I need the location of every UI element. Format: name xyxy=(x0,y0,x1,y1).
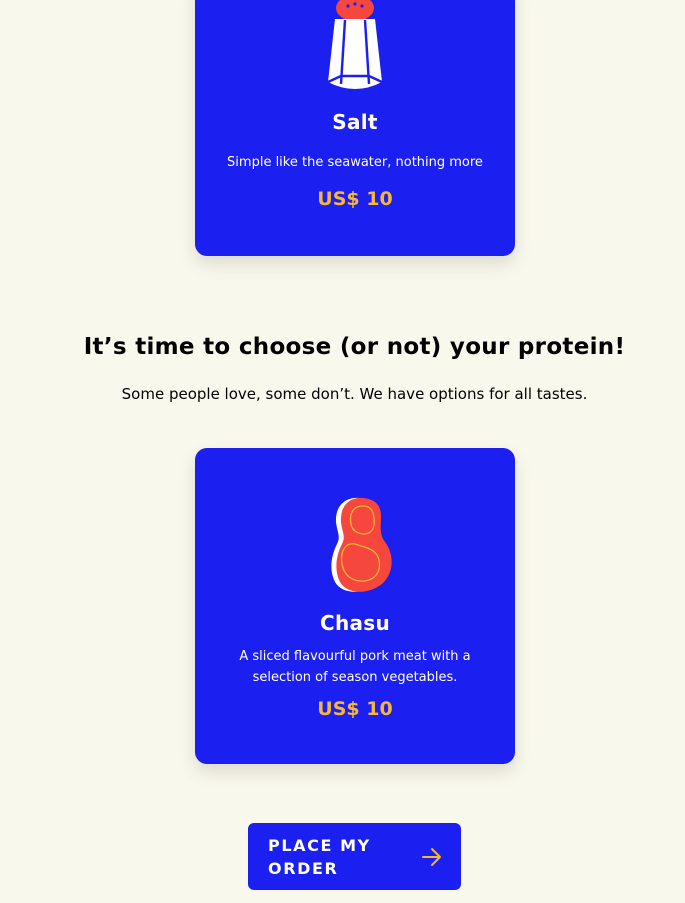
broth-description: Simple like the seawater, nothing more xyxy=(227,155,483,170)
protein-section-subtitle: Some people love, some don’t. We have op… xyxy=(121,385,588,403)
broth-price: US$ 10 xyxy=(317,188,393,210)
broth-card-salt[interactable]: Salt Simple like the seawater, nothing m… xyxy=(195,0,515,256)
place-order-button[interactable]: PLACE MY ORDER xyxy=(248,823,461,890)
protein-title: Chasu xyxy=(319,611,391,635)
chasu-meat-icon xyxy=(331,497,392,592)
place-order-label: PLACE MY ORDER xyxy=(268,836,371,878)
salt-illustration xyxy=(195,0,515,92)
broth-title: Salt xyxy=(332,110,378,134)
protein-section-title: It’s time to choose (or not) your protei… xyxy=(83,334,626,360)
protein-price: US$ 10 xyxy=(317,698,393,720)
protein-description: A sliced flavourful pork meat with a sel… xyxy=(239,649,471,685)
chasu-illustration xyxy=(195,496,515,596)
arrow-right-icon xyxy=(421,847,443,871)
salt-shaker-icon xyxy=(327,0,383,89)
protein-card-chasu[interactable]: Chasu A sliced flavourful pork meat with… xyxy=(195,448,515,764)
